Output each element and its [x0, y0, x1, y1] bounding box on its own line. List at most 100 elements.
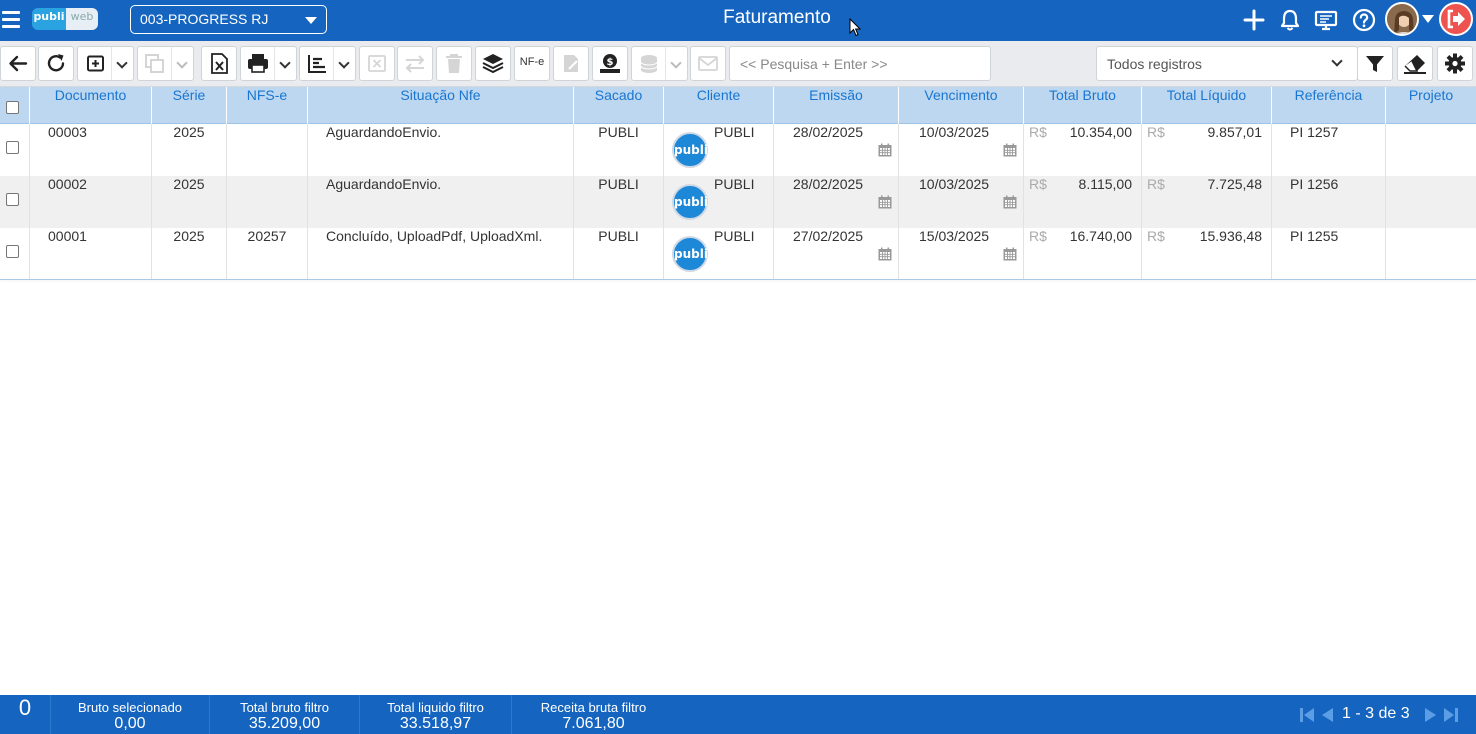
clear-filter-button[interactable] [1397, 46, 1433, 81]
envelope-icon [698, 56, 718, 71]
trash-icon [446, 54, 462, 73]
print-button[interactable] [240, 46, 297, 81]
table-row[interactable]: 00002 2025 AguardandoEnvio. PUBLI publi PUBLI… [0, 176, 1476, 228]
col-projeto[interactable]: Projeto [1386, 87, 1476, 124]
receita-bruta-filtro-label: Receita bruta filtro [540, 700, 647, 715]
situacao-nfe-cell: AguardandoEnvio. [308, 176, 574, 228]
user-avatar[interactable] [1385, 2, 1419, 36]
first-page-icon[interactable] [1298, 707, 1316, 723]
add-square-icon [87, 55, 104, 72]
row-checkbox[interactable] [6, 141, 19, 154]
table-row[interactable]: 00001 2025 20257 Concluído, UploadPdf, Uplo… [0, 228, 1476, 280]
billing-button[interactable]: $ [592, 46, 628, 81]
calendar-icon[interactable] [878, 195, 892, 209]
row-select-cell [0, 124, 30, 176]
col-serie[interactable]: Série [152, 87, 227, 124]
top-bar: publi web 003-PROGRESS RJ Faturamento [0, 0, 1476, 41]
nfe-label: NF-e [519, 56, 545, 68]
col-nfse[interactable]: NFS-e [227, 87, 308, 124]
calendar-icon[interactable] [1003, 247, 1017, 261]
logout-button[interactable] [1439, 2, 1473, 36]
client-logo: publi [672, 184, 708, 220]
chart-button[interactable] [299, 46, 356, 81]
bell-icon[interactable] [1276, 6, 1304, 34]
col-sacado[interactable]: Sacado [574, 87, 664, 124]
pagination-info: 1 - 3 de 3 [1342, 705, 1410, 722]
search-input[interactable] [729, 46, 991, 81]
new-dropdown-toggle[interactable] [111, 47, 133, 80]
app-logo[interactable]: publi web [32, 8, 98, 30]
transfer-button[interactable] [397, 46, 433, 81]
monitor-icon[interactable] [1312, 6, 1340, 34]
company-select[interactable]: 003-PROGRESS RJ [130, 5, 327, 34]
records-filter-select[interactable]: Todos registros [1096, 46, 1358, 81]
coins-button[interactable] [631, 46, 688, 81]
layers-button[interactable] [475, 46, 511, 81]
col-situacao-nfe[interactable]: Situação Nfe [308, 87, 574, 124]
nfe-button[interactable]: NF-e [514, 46, 550, 81]
chart-dropdown-toggle[interactable] [333, 47, 355, 80]
emissao-cell: 28/02/2025 [774, 176, 899, 228]
export-excel-button[interactable] [201, 46, 237, 81]
select-all-checkbox[interactable] [6, 101, 19, 114]
last-page-icon[interactable] [1442, 707, 1460, 723]
edit-document-button[interactable] [553, 46, 589, 81]
emissao-cell: 27/02/2025 [774, 228, 899, 280]
layers-icon [482, 54, 504, 74]
settings-button[interactable] [1437, 46, 1473, 81]
col-vencimento[interactable]: Vencimento [899, 87, 1024, 124]
nfse-cell: 20257 [227, 228, 308, 280]
filter-icon [1366, 56, 1384, 72]
total-bruto-filtro-label: Total bruto filtro [240, 700, 329, 715]
cancel-button[interactable] [359, 46, 395, 81]
coins-icon [640, 55, 658, 73]
calendar-icon[interactable] [1003, 143, 1017, 157]
receita-bruta-filtro: Receita bruta filtro 7.061,80 [511, 695, 675, 734]
col-emissao[interactable]: Emissão [774, 87, 899, 124]
help-icon[interactable] [1350, 6, 1378, 34]
row-checkbox[interactable] [6, 193, 19, 206]
cliente-cell: publi PUBLI [664, 124, 774, 176]
documento-cell: 00002 [30, 176, 152, 228]
add-icon[interactable] [1240, 6, 1268, 34]
company-select-value: 003-PROGRESS RJ [140, 11, 269, 27]
col-referencia[interactable]: Referência [1272, 87, 1386, 124]
copy-dropdown-toggle[interactable] [171, 47, 193, 80]
client-logo: publi [672, 236, 708, 272]
col-documento[interactable]: Documento [30, 87, 152, 124]
sacado-cell: PUBLI [574, 228, 664, 280]
user-photo-icon [1387, 4, 1417, 34]
delete-button[interactable] [436, 46, 472, 81]
total-bruto-filtro-value: 35.209,00 [248, 715, 321, 732]
total-liquido-filtro-value: 33.518,97 [399, 715, 472, 732]
avatar-caret-icon[interactable] [1421, 14, 1435, 24]
new-button[interactable] [77, 46, 134, 81]
situacao-nfe-cell: Concluído, UploadPdf, UploadXml. [308, 228, 574, 280]
vencimento-cell: 10/03/2025 [899, 176, 1024, 228]
calendar-icon[interactable] [878, 143, 892, 157]
row-checkbox[interactable] [6, 245, 19, 258]
table-row[interactable]: 00003 2025 AguardandoEnvio. PUBLI publi PUBLI… [0, 124, 1476, 176]
calendar-icon[interactable] [878, 247, 892, 261]
col-total-liquido[interactable]: Total Líquido [1142, 87, 1272, 124]
total-bruto-value: 16.740,00 [1069, 228, 1132, 244]
filter-button[interactable] [1357, 46, 1393, 81]
next-page-icon[interactable] [1422, 707, 1440, 723]
print-dropdown-toggle[interactable] [274, 47, 296, 80]
coins-dropdown-toggle[interactable] [665, 47, 687, 80]
total-bruto-cell: R$ 10.354,00 [1024, 124, 1142, 176]
cancel-icon [368, 55, 386, 72]
row-select-cell [0, 228, 30, 280]
total-bruto-value: 8.115,00 [1078, 176, 1132, 192]
refresh-button[interactable] [38, 46, 74, 81]
back-button[interactable] [0, 46, 36, 81]
col-total-bruto[interactable]: Total Bruto [1024, 87, 1142, 124]
transfer-icon [405, 55, 425, 73]
previous-page-icon[interactable] [1318, 707, 1336, 723]
emissao-cell: 28/02/2025 [774, 124, 899, 176]
menu-icon[interactable] [0, 8, 22, 30]
email-button[interactable] [690, 46, 726, 81]
col-cliente[interactable]: Cliente [664, 87, 774, 124]
copy-button[interactable] [137, 46, 194, 81]
calendar-icon[interactable] [1003, 195, 1017, 209]
